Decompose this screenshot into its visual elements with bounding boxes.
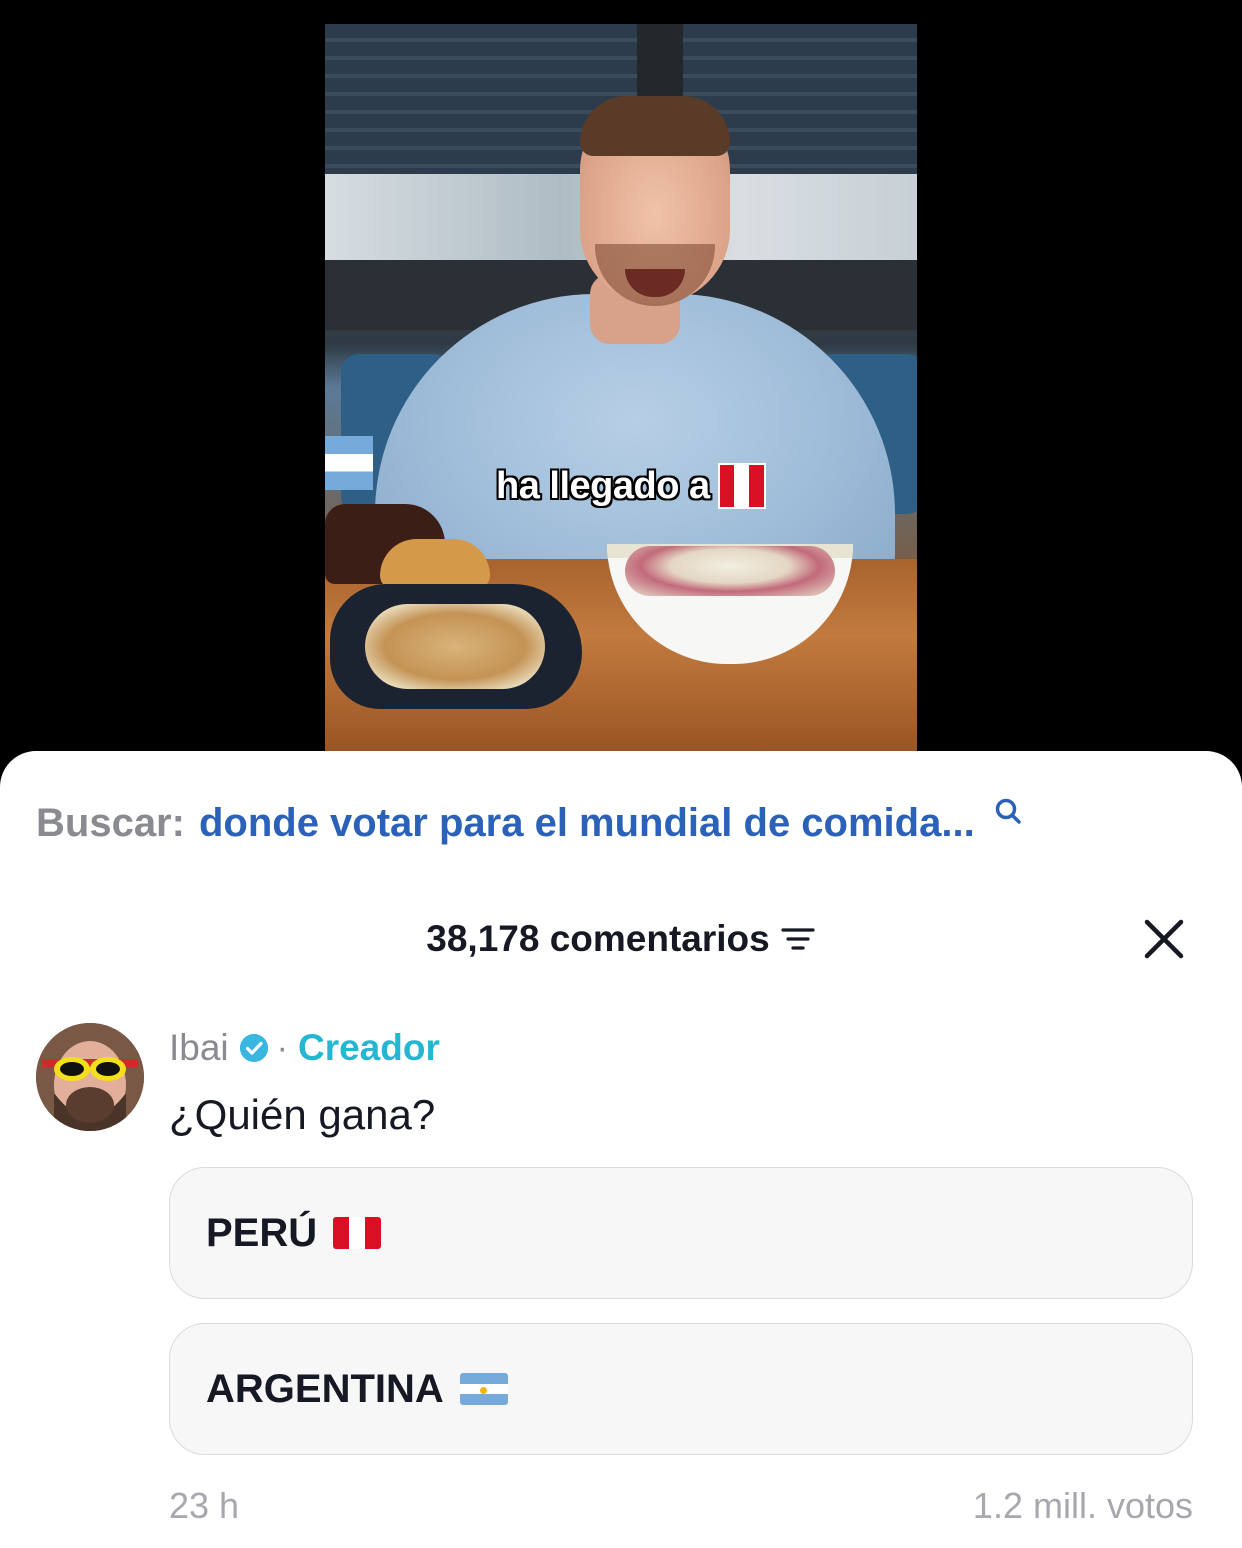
close-icon[interactable] bbox=[1142, 917, 1186, 961]
comments-count: 38,178 comentarios bbox=[426, 918, 770, 959]
search-prefix: Buscar: bbox=[36, 801, 185, 845]
peru-flag-icon bbox=[333, 1217, 382, 1249]
peru-flag-icon bbox=[717, 463, 766, 509]
poll-option-peru[interactable]: PERÚ bbox=[169, 1167, 1193, 1299]
creator-label: Creador bbox=[297, 1027, 440, 1068]
video-frame[interactable]: ha llegado a bbox=[325, 24, 917, 751]
video-caption: ha llegado a bbox=[496, 463, 766, 509]
sort-filter-icon[interactable] bbox=[780, 924, 816, 954]
verified-icon bbox=[239, 1034, 268, 1062]
comments-sheet: Buscar: donde votar para el mundial de c… bbox=[0, 751, 1242, 1548]
argentina-flag-icon bbox=[325, 436, 373, 490]
search-icon[interactable] bbox=[993, 797, 1023, 827]
comment-meta: 23 h 1.2 mill. votos bbox=[169, 1485, 1193, 1527]
timestamp: 23 h bbox=[169, 1485, 240, 1526]
caption-text: ha llegado a bbox=[496, 464, 710, 507]
vote-count: 1.2 mill. votos bbox=[972, 1485, 1193, 1526]
video-player[interactable]: ha llegado a bbox=[0, 0, 1242, 760]
argentina-flag-icon bbox=[459, 1373, 508, 1405]
comment-author-row: Ibai · Creador bbox=[169, 1027, 440, 1069]
search-query-link[interactable]: donde votar para el mundial de comida... bbox=[199, 801, 975, 846]
search-suggestion[interactable]: Buscar: donde votar para el mundial de c… bbox=[36, 798, 1023, 846]
poll: PERÚ ARGENTINA bbox=[169, 1167, 1193, 1479]
poll-option-label: ARGENTINA bbox=[206, 1366, 444, 1411]
author-name[interactable]: Ibai bbox=[169, 1027, 229, 1069]
avatar[interactable] bbox=[36, 1023, 144, 1131]
separator: · bbox=[276, 1028, 288, 1067]
poll-option-argentina[interactable]: ARGENTINA bbox=[169, 1323, 1193, 1455]
poll-option-label: PERÚ bbox=[206, 1210, 318, 1255]
comments-header: 38,178 comentarios bbox=[0, 918, 1242, 959]
comment-text: ¿Quién gana? bbox=[169, 1091, 436, 1138]
